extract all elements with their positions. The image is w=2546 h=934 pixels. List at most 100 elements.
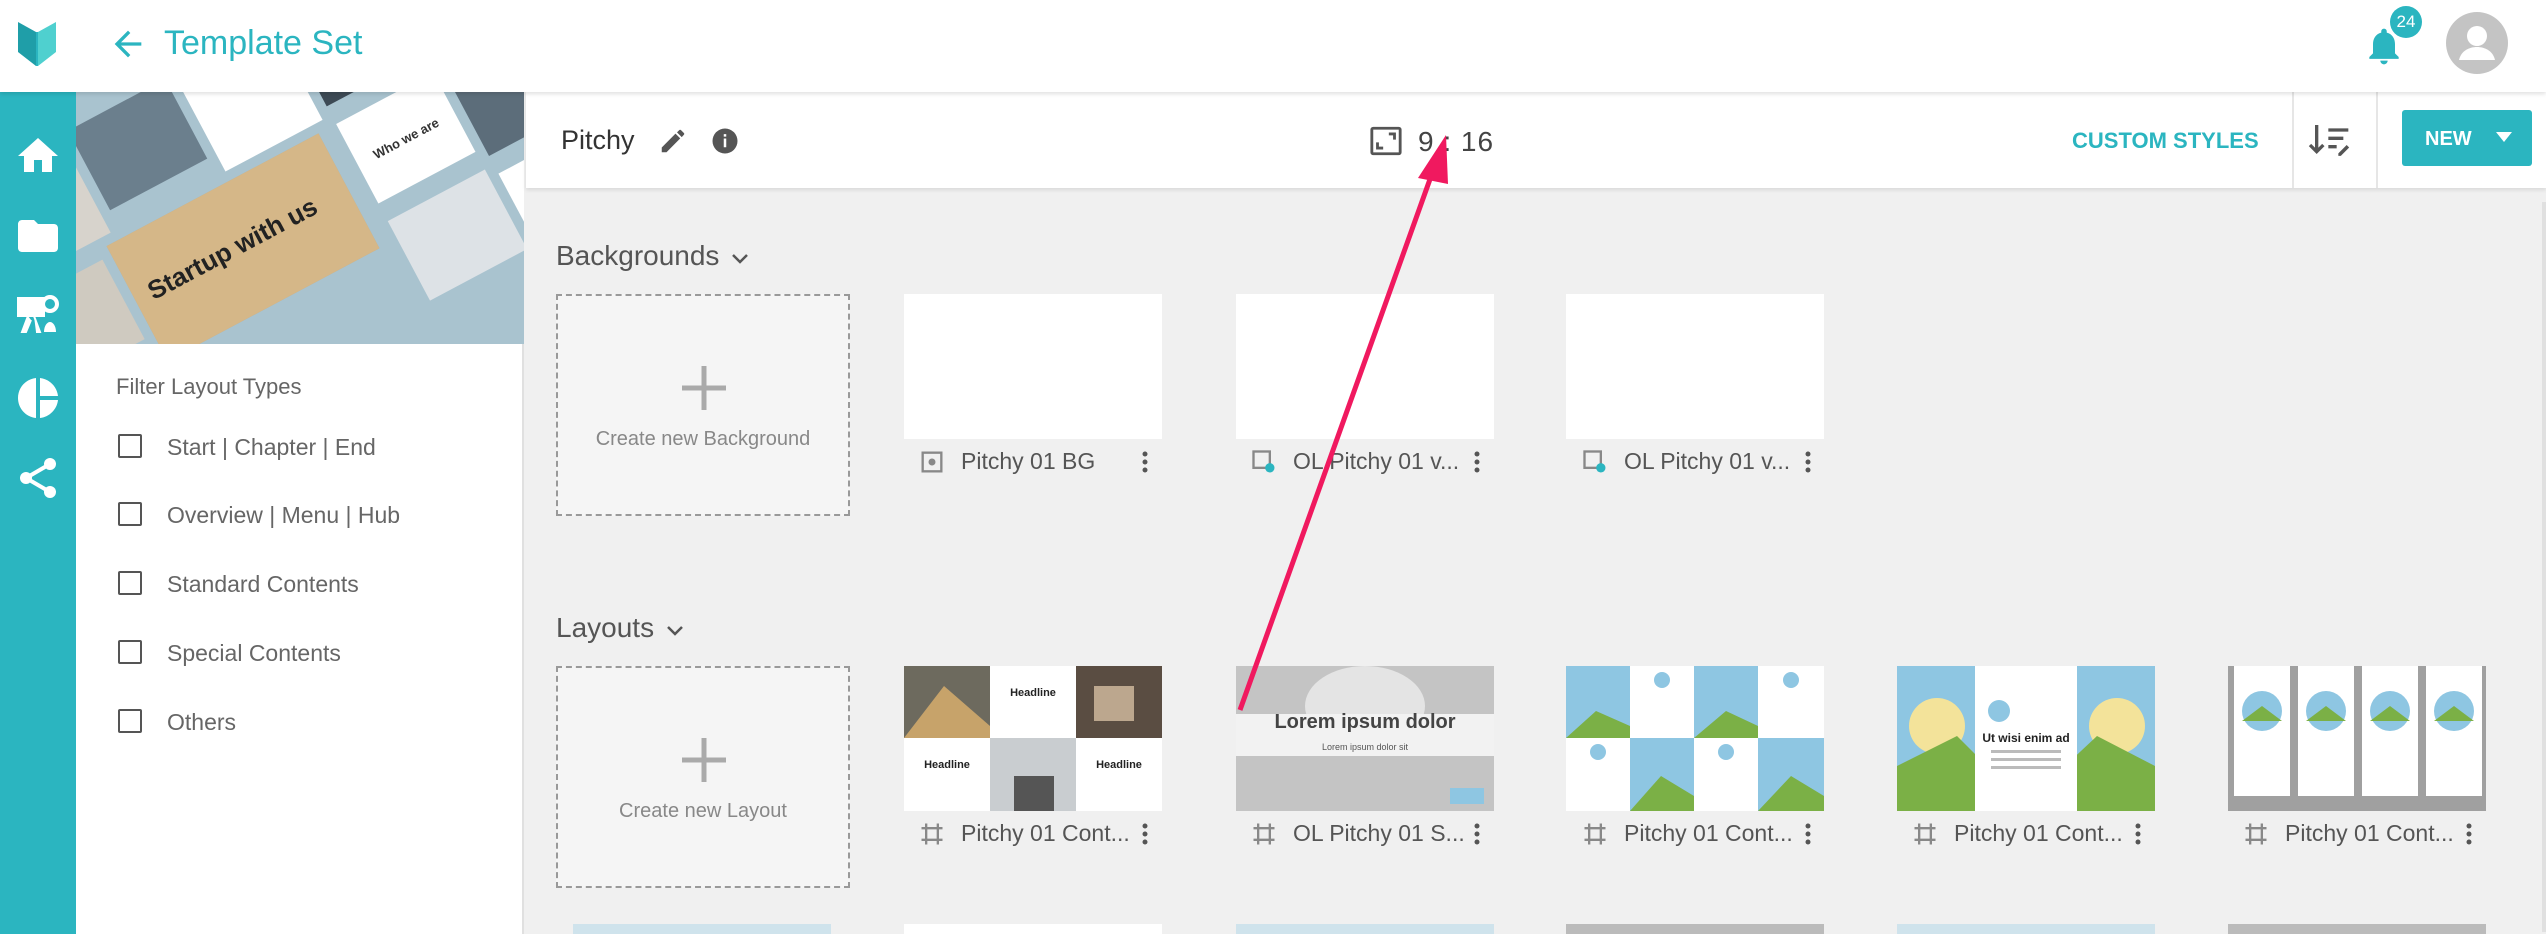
template-set-name: Pitchy bbox=[561, 125, 635, 155]
sort-icon[interactable] bbox=[2308, 120, 2352, 160]
layout-preview-image: Headline Headline Headline bbox=[904, 666, 1162, 811]
layout-label: Pitchy 01 Cont... bbox=[1624, 820, 1793, 846]
layout-thumbnail[interactable] bbox=[1566, 666, 1824, 811]
layout-grid-icon bbox=[1253, 823, 1275, 845]
new-button-label: NEW bbox=[2425, 128, 2472, 150]
more-vert-icon[interactable] bbox=[1469, 820, 1485, 848]
layout-thumbnail-partial[interactable] bbox=[2228, 924, 2486, 934]
toolbar-divider bbox=[2292, 92, 2294, 188]
create-layout-label: Create new Layout bbox=[619, 800, 787, 822]
layout-thumbnail[interactable]: Lorem ipsum dolor Lorem ipsum dolor sit bbox=[1236, 666, 1494, 811]
filter-label: Overview | Menu | Hub bbox=[167, 502, 401, 528]
background-label: OL Pitchy 01 v... bbox=[1624, 448, 1791, 474]
background-thumbnail[interactable] bbox=[1566, 294, 1824, 439]
background-thumbnail[interactable] bbox=[904, 294, 1162, 439]
filter-checkbox-standard[interactable] bbox=[118, 571, 142, 595]
background-thumbnail[interactable] bbox=[1236, 294, 1494, 439]
custom-styles-button[interactable]: CUSTOM STYLES bbox=[2072, 128, 2259, 154]
user-icon bbox=[2459, 26, 2495, 60]
more-vert-icon[interactable] bbox=[1137, 448, 1153, 476]
headline-text: Headline bbox=[924, 759, 970, 771]
template-toolbar: Pitchy 9 : 16 CUSTOM STYLES NEW bbox=[526, 92, 2546, 188]
home-icon[interactable] bbox=[14, 132, 62, 180]
filter-label: Special Contents bbox=[167, 640, 341, 666]
layout-thumbnail-partial[interactable] bbox=[1566, 924, 1824, 934]
layouts-title: Layouts bbox=[556, 612, 655, 643]
back-arrow-icon[interactable] bbox=[108, 24, 148, 64]
share-icon[interactable] bbox=[14, 454, 62, 502]
layout-thumbnail[interactable] bbox=[2228, 666, 2486, 811]
backgrounds-title: Backgrounds bbox=[556, 240, 720, 271]
info-icon[interactable] bbox=[710, 126, 740, 156]
filter-checkbox-others[interactable] bbox=[118, 709, 142, 733]
overlay-type-icon bbox=[1252, 450, 1275, 473]
filter-label: Standard Contents bbox=[167, 571, 359, 597]
pie-chart-icon[interactable] bbox=[14, 374, 62, 422]
layout-preview-image bbox=[2228, 666, 2486, 811]
layout-label: Pitchy 01 Cont... bbox=[1954, 820, 2123, 846]
layout-filter-panel: Startup with us Who we are Filter Layout… bbox=[76, 92, 524, 934]
top-bar: Template Set 24 bbox=[0, 0, 2546, 92]
lorem-title-text: Lorem ipsum dolor bbox=[1274, 711, 1455, 733]
create-layout-card[interactable]: Create new Layout bbox=[556, 666, 850, 888]
background-label: Pitchy 01 BG bbox=[961, 448, 1096, 474]
toolbar-divider bbox=[2376, 92, 2378, 188]
overlay-type-icon bbox=[1583, 450, 1606, 473]
layout-thumbnail-partial[interactable] bbox=[573, 924, 831, 934]
plus-icon bbox=[682, 366, 726, 410]
template-set-thumbnail: Startup with us Who we are bbox=[76, 92, 524, 344]
layout-thumbnail-partial[interactable] bbox=[904, 924, 1162, 934]
layout-label: OL Pitchy 01 S... bbox=[1293, 820, 1465, 846]
layout-preview-image: Lorem ipsum dolor Lorem ipsum dolor sit bbox=[1236, 666, 1494, 811]
create-background-label: Create new Background bbox=[595, 428, 811, 450]
app-logo[interactable] bbox=[14, 16, 60, 68]
chevron-down-icon bbox=[732, 254, 749, 264]
caret-down-icon bbox=[2496, 132, 2512, 142]
layout-thumbnail-partial[interactable] bbox=[1897, 924, 2155, 934]
filter-label: Start | Chapter | End bbox=[167, 434, 376, 460]
avatar[interactable] bbox=[2446, 12, 2508, 74]
presentation-icon[interactable] bbox=[14, 292, 62, 340]
filter-checkbox-start[interactable] bbox=[118, 434, 142, 458]
pencil-icon[interactable] bbox=[658, 126, 688, 156]
layout-grid-icon bbox=[1584, 823, 1606, 845]
ut-title-text: Ut wisi enim ad bbox=[1982, 731, 2069, 745]
page-title: Template Set bbox=[164, 24, 363, 62]
more-vert-icon[interactable] bbox=[1137, 820, 1153, 848]
more-vert-icon[interactable] bbox=[1800, 448, 1816, 476]
scrollbar[interactable] bbox=[2542, 202, 2546, 932]
layout-thumbnail-partial[interactable] bbox=[1236, 924, 1494, 934]
background-label: OL Pitchy 01 v... bbox=[1293, 448, 1460, 474]
lorem-subtitle-text: Lorem ipsum dolor sit bbox=[1322, 742, 1409, 752]
filter-checkbox-special[interactable] bbox=[118, 640, 142, 664]
headline-text: Headline bbox=[1096, 759, 1142, 771]
aspect-ratio-icon[interactable] bbox=[1368, 124, 1404, 158]
layout-grid-icon bbox=[921, 823, 943, 845]
more-vert-icon[interactable] bbox=[1800, 820, 1816, 848]
layout-label: Pitchy 01 Cont... bbox=[961, 820, 1130, 846]
template-collage-image: Startup with us Who we are bbox=[76, 92, 524, 344]
layouts-section-title[interactable]: Layouts bbox=[556, 612, 684, 644]
layout-grid-icon bbox=[1914, 823, 1936, 845]
create-background-card[interactable]: Create new Background bbox=[556, 294, 850, 516]
filter-checkbox-overview[interactable] bbox=[118, 502, 142, 526]
layout-thumbnail[interactable]: Ut wisi enim ad bbox=[1897, 666, 2155, 811]
folder-icon[interactable] bbox=[14, 212, 62, 260]
layout-preview-image: Ut wisi enim ad bbox=[1897, 666, 2155, 811]
layout-label: Pitchy 01 Cont... bbox=[2285, 820, 2454, 846]
more-vert-icon[interactable] bbox=[2461, 820, 2477, 848]
layout-preview-image bbox=[1566, 666, 1824, 811]
backgrounds-section-title[interactable]: Backgrounds bbox=[556, 240, 749, 272]
notification-badge: 24 bbox=[2390, 6, 2422, 38]
chevron-down-icon bbox=[666, 626, 683, 636]
background-type-icon bbox=[921, 451, 943, 473]
new-button[interactable]: NEW bbox=[2402, 110, 2532, 166]
layout-thumbnail[interactable]: Headline Headline Headline bbox=[904, 666, 1162, 811]
more-vert-icon[interactable] bbox=[2130, 820, 2146, 848]
aspect-ratio-value[interactable]: 9 : 16 bbox=[1418, 126, 1494, 158]
layout-grid-icon bbox=[2245, 823, 2267, 845]
main-content: Pitchy 9 : 16 CUSTOM STYLES NEW Backgrou… bbox=[526, 92, 2546, 934]
headline-text: Headline bbox=[1010, 687, 1056, 699]
filter-title: Filter Layout Types bbox=[116, 374, 302, 399]
more-vert-icon[interactable] bbox=[1469, 448, 1485, 476]
